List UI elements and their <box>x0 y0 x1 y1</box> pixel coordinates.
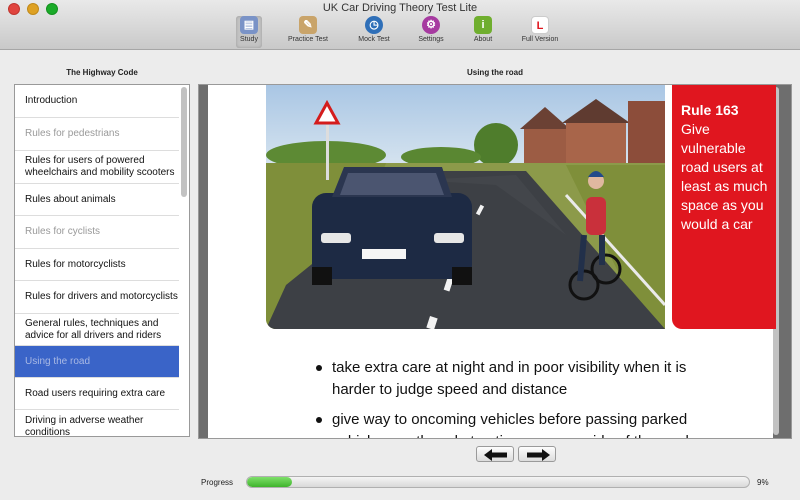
progress-percent: 9% <box>757 478 769 487</box>
chapter-item-animals[interactable]: Rules about animals <box>15 184 179 216</box>
chapter-item-label: Driving in adverse weather conditions <box>25 414 144 437</box>
toolbar-practice-test-button[interactable]: ✎ Practice Test <box>283 16 333 48</box>
chapter-item-using-the-road[interactable]: Using the road <box>15 346 179 378</box>
window-titlebar: UK Car Driving Theory Test Lite ▤ Study … <box>0 0 800 50</box>
toolbar-full-version-button[interactable]: L Full Version <box>516 16 564 48</box>
learner-plate-icon: L <box>531 16 549 34</box>
progress-bar <box>246 476 750 488</box>
chapter-item-label: Rules about animals <box>25 193 116 205</box>
sidebar-heading: The Highway Code <box>66 68 138 77</box>
road-scene-photo <box>266 85 665 329</box>
toolbar-study-label: Study <box>240 36 258 43</box>
toolbar-about-button[interactable]: i About <box>469 16 497 48</box>
sidebar-scrollbar[interactable] <box>181 87 187 197</box>
info-icon: i <box>474 16 492 34</box>
arrow-right-icon <box>527 449 550 461</box>
toolbar-about-label: About <box>473 36 493 43</box>
progress-label: Progress <box>201 478 234 487</box>
chapter-item-pedestrians[interactable]: Rules for pedestrians <box>15 118 179 151</box>
stopwatch-icon: ◷ <box>365 16 383 34</box>
chapter-item-introduction[interactable]: Introduction <box>15 85 179 118</box>
rule-text: Give vulnerable road users at least as m… <box>681 121 768 232</box>
content-heading: Using the road <box>466 68 523 77</box>
clipboard-icon: ✎ <box>299 16 317 34</box>
rule-number: Rule 163 <box>681 102 739 118</box>
chapter-item-general-rules[interactable]: General rules, techniques and advice for… <box>15 314 179 346</box>
chapter-item-label: Road users requiring extra care <box>25 387 166 399</box>
chapter-item-label: Introduction <box>25 95 78 106</box>
chapter-item-label: Rules for drivers and motorcyclists <box>25 291 178 302</box>
chapter-item-motorcyclists[interactable]: Rules for motorcyclists <box>15 249 179 281</box>
toolbar-mock-test-button[interactable]: ◷ Mock Test <box>353 16 395 48</box>
chapter-item-label: Rules for pedestrians <box>25 128 120 139</box>
book-icon: ▤ <box>240 16 258 34</box>
chapter-list[interactable]: Introduction Rules for pedestrians Rules… <box>14 84 190 437</box>
chapter-item-extra-care[interactable]: Road users requiring extra care <box>15 378 179 410</box>
chapter-item-label: General rules, techniques and advice for… <box>25 317 162 341</box>
toolbar-practice-test-label: Practice Test <box>288 36 328 43</box>
chapter-item-label: Rules for cyclists <box>25 226 101 237</box>
arrow-left-icon <box>484 449 507 461</box>
toolbar-study-button[interactable]: ▤ Study <box>236 16 262 48</box>
rule-bullet: take extra care at night and in poor vis… <box>314 357 714 401</box>
chapter-item-label: Rules for users of powered wheelchairs a… <box>25 155 175 178</box>
chapter-item-drivers[interactable]: Rules for drivers and motorcyclists <box>15 281 179 314</box>
chapter-item-label: Rules for motorcyclists <box>25 258 126 270</box>
next-page-button[interactable] <box>518 446 556 462</box>
progress-fill <box>247 477 293 487</box>
chapter-item-adverse-weather[interactable]: Driving in adverse weather conditions <box>15 410 179 437</box>
previous-page-button[interactable] <box>476 446 514 462</box>
chapter-item-wheelchairs[interactable]: Rules for users of powered wheelchairs a… <box>15 151 179 184</box>
toolbar-mock-test-label: Mock Test <box>358 36 390 43</box>
chapter-item-label: Using the road <box>25 355 91 367</box>
toolbar-full-version-label: Full Version <box>521 36 559 43</box>
rule-bullet: give way to oncoming vehicles before pas… <box>314 409 714 438</box>
content-pane[interactable]: Rule 163 Give vulnerable road users at l… <box>198 84 792 439</box>
toolbar-settings-label: Settings <box>418 36 444 43</box>
toolbar-settings-button[interactable]: ⚙ Settings <box>414 16 448 48</box>
page-frame-left <box>199 85 208 438</box>
window-title: UK Car Driving Theory Test Lite <box>322 2 478 14</box>
rule-bullet-list: take extra care at night and in poor vis… <box>314 357 714 438</box>
gear-icon: ⚙ <box>422 16 440 34</box>
rule-callout: Rule 163 Give vulnerable road users at l… <box>672 85 776 329</box>
chapter-item-cyclists[interactable]: Rules for cyclists <box>15 216 179 249</box>
